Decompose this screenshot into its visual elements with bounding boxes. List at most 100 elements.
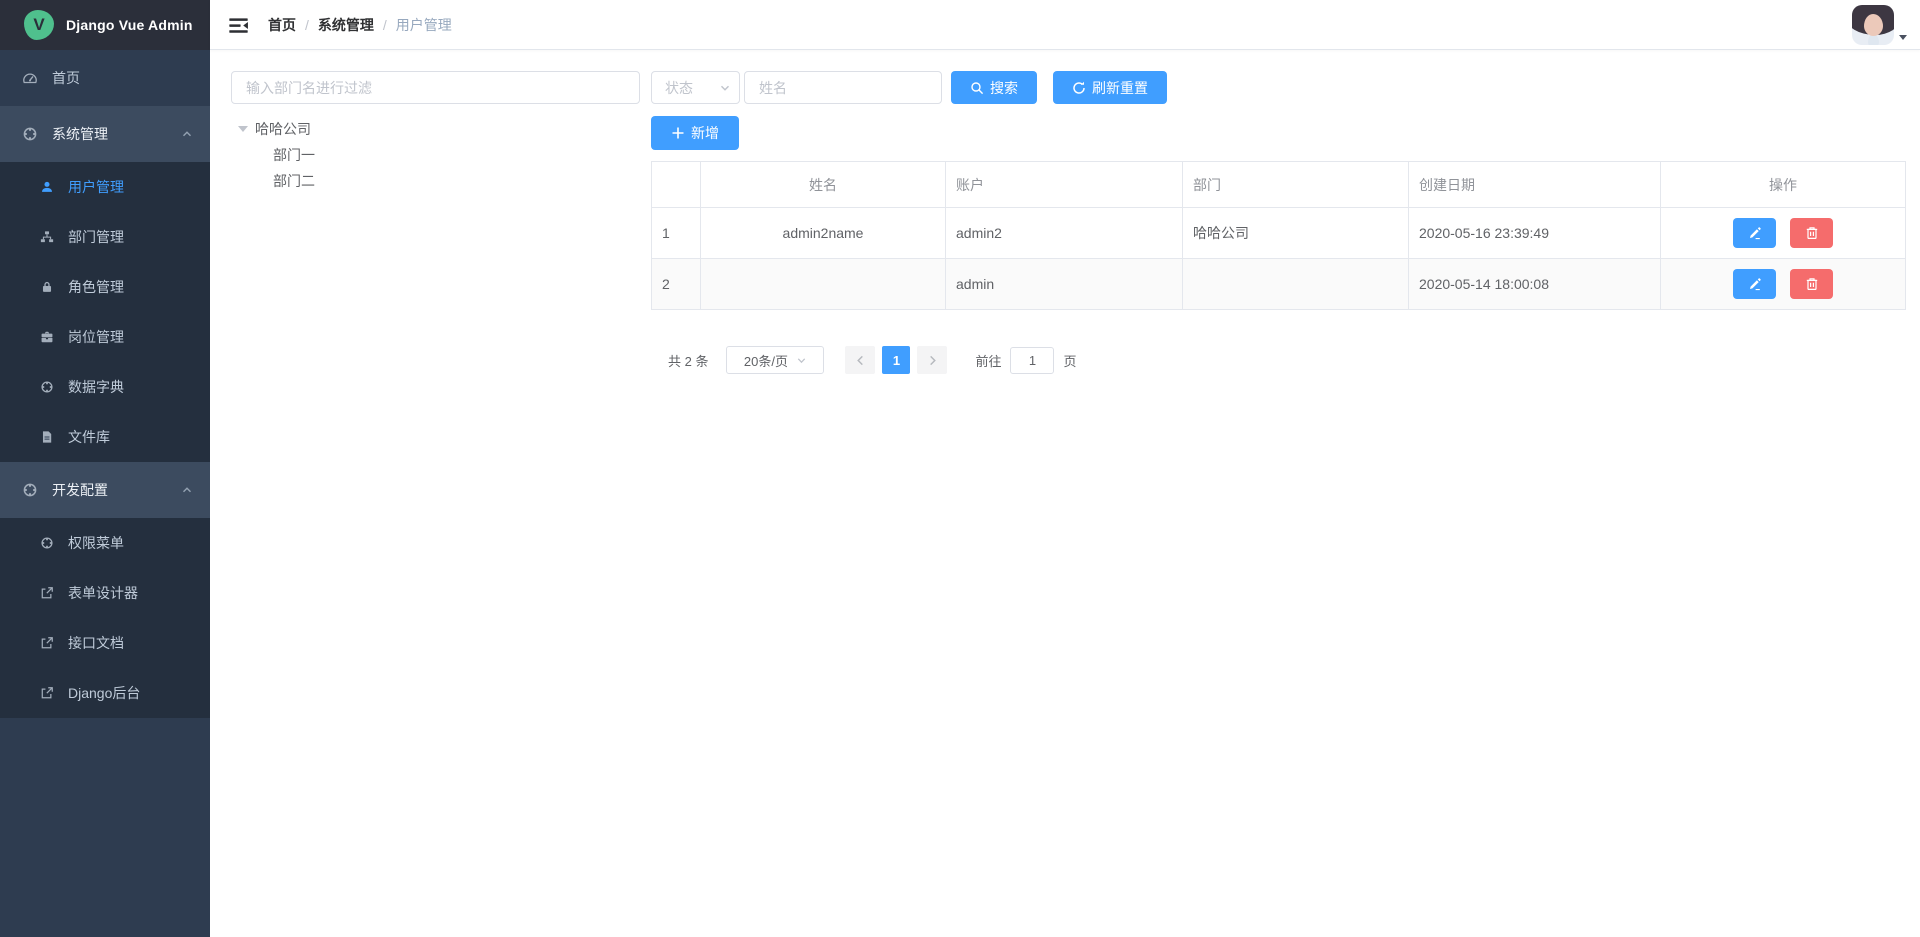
column-header-账户: 账户	[946, 162, 1183, 208]
sidebar-item-django-admin[interactable]: Django后台	[0, 668, 210, 718]
sidebar-item-label: 首页	[52, 68, 80, 88]
page-size-select[interactable]: 20条/页	[726, 346, 824, 374]
document-icon	[40, 430, 54, 444]
search-button-label: 搜索	[990, 78, 1018, 98]
fold-menu-icon[interactable]	[228, 15, 249, 35]
breadcrumb-separator: /	[305, 17, 309, 33]
page-size-label: 20条/页	[744, 351, 788, 370]
breadcrumb-item-1[interactable]: 首页	[268, 15, 296, 35]
goto-page-input[interactable]	[1010, 347, 1054, 374]
status-select[interactable]: 状态	[651, 71, 740, 104]
table-row: 2admin2020-05-14 18:00:08	[652, 259, 1906, 310]
sidebar-item-home[interactable]: 首页	[0, 50, 210, 106]
sidebar-item-user-mgmt[interactable]: 用户管理	[0, 162, 210, 212]
delete-button[interactable]	[1790, 218, 1833, 248]
column-header-操作: 操作	[1661, 162, 1906, 208]
sidebar: V Django Vue Admin 首页系统管理用户管理部门管理角色管理岗位管…	[0, 0, 210, 937]
tree-node[interactable]: 部门一	[231, 142, 640, 168]
users-table: 姓名账户部门创建日期操作1admin2nameadmin2哈哈公司2020-05…	[651, 161, 1906, 310]
breadcrumb-item-2[interactable]: 系统管理	[318, 15, 374, 35]
breadcrumb-separator: /	[383, 17, 387, 33]
add-button[interactable]: 新增	[651, 116, 739, 150]
column-header-部门: 部门	[1183, 162, 1409, 208]
table-header-row: 姓名账户部门创建日期操作	[652, 162, 1906, 208]
status-select-placeholder: 状态	[665, 78, 693, 98]
sidebar-group-system-mgmt[interactable]: 系统管理	[0, 106, 210, 162]
sidebar-item-label: 部门管理	[68, 227, 124, 247]
chevron-down-icon	[796, 355, 807, 366]
external-icon	[40, 586, 54, 600]
edit-button[interactable]	[1733, 218, 1776, 248]
add-button-label: 新增	[691, 123, 719, 143]
target-icon	[40, 536, 54, 550]
tree-node-label: 哈哈公司	[255, 119, 311, 139]
edit-icon	[1748, 277, 1762, 291]
caret-down-filled-icon[interactable]	[238, 126, 248, 132]
actions-cell	[1661, 259, 1906, 310]
user-menu[interactable]	[1852, 5, 1907, 45]
cell	[701, 259, 946, 310]
search-button[interactable]: 搜索	[951, 71, 1037, 104]
sidebar-group-label: 系统管理	[52, 124, 108, 144]
dashboard-icon	[22, 70, 38, 86]
delete-icon	[1805, 277, 1819, 291]
user-icon	[40, 180, 54, 194]
navbar: 首页 / 系统管理 / 用户管理	[210, 0, 1920, 50]
sidebar-item-form-designer[interactable]: 表单设计器	[0, 568, 210, 618]
sidebar-item-label: Django后台	[68, 683, 140, 703]
sidebar-item-post-mgmt[interactable]: 岗位管理	[0, 312, 210, 362]
sidebar-item-file-lib[interactable]: 文件库	[0, 412, 210, 462]
breadcrumb: 首页 / 系统管理 / 用户管理	[268, 15, 452, 35]
sidebar-item-perm-menu[interactable]: 权限菜单	[0, 518, 210, 568]
dept-tree: 哈哈公司部门一部门二	[231, 116, 640, 194]
sidebar-item-label: 岗位管理	[68, 327, 124, 347]
avatar[interactable]	[1852, 5, 1894, 45]
next-page-button[interactable]	[917, 346, 947, 374]
column-header-创建日期: 创建日期	[1409, 162, 1661, 208]
cell: admin2	[946, 208, 1183, 259]
sidebar-item-label: 文件库	[68, 427, 110, 447]
tree-icon	[40, 230, 54, 244]
sidebar-item-data-dict[interactable]: 数据字典	[0, 362, 210, 412]
edit-button[interactable]	[1733, 269, 1776, 299]
page-number-button[interactable]: 1	[882, 346, 910, 374]
briefcase-icon	[40, 330, 54, 344]
vue-logo-icon: V	[24, 10, 54, 40]
sidebar-item-dept-mgmt[interactable]: 部门管理	[0, 212, 210, 262]
cell: 1	[652, 208, 701, 259]
delete-icon	[1805, 226, 1819, 240]
name-search-input[interactable]	[744, 71, 942, 104]
plus-icon	[671, 126, 685, 140]
chevron-up-icon	[181, 128, 193, 140]
row-actions	[1671, 269, 1895, 299]
external-icon	[40, 686, 54, 700]
sidebar-item-role-mgmt[interactable]: 角色管理	[0, 262, 210, 312]
sidebar-item-label: 接口文档	[68, 633, 124, 653]
cell: 2	[652, 259, 701, 310]
external-icon	[40, 636, 54, 650]
tree-node-root[interactable]: 哈哈公司	[231, 116, 640, 142]
chevron-up-icon	[181, 484, 193, 496]
row-actions	[1671, 218, 1895, 248]
sidebar-group-dev-config[interactable]: 开发配置	[0, 462, 210, 518]
sidebar-item-label: 权限菜单	[68, 533, 124, 553]
sidebar-item-label: 用户管理	[68, 177, 124, 197]
logo-bar[interactable]: V Django Vue Admin	[0, 0, 210, 50]
prev-page-button[interactable]	[845, 346, 875, 374]
refresh-reset-button[interactable]: 刷新重置	[1053, 71, 1167, 104]
table-row: 1admin2nameadmin2哈哈公司2020-05-16 23:39:49	[652, 208, 1906, 259]
actions-cell	[1661, 208, 1906, 259]
sidebar-item-label: 数据字典	[68, 377, 124, 397]
cell: admin	[946, 259, 1183, 310]
dept-filter-input[interactable]	[231, 71, 640, 104]
goto-label: 前往	[975, 351, 1001, 370]
lock-icon	[40, 280, 54, 294]
breadcrumb-item-3: 用户管理	[396, 15, 452, 35]
column-header-姓名: 姓名	[701, 162, 946, 208]
sidebar-menu: 首页系统管理用户管理部门管理角色管理岗位管理数据字典文件库开发配置权限菜单表单设…	[0, 50, 210, 718]
goto-unit-label: 页	[1063, 351, 1076, 370]
delete-button[interactable]	[1790, 269, 1833, 299]
tree-node[interactable]: 部门二	[231, 168, 640, 194]
edit-icon	[1748, 226, 1762, 240]
sidebar-item-api-docs[interactable]: 接口文档	[0, 618, 210, 668]
